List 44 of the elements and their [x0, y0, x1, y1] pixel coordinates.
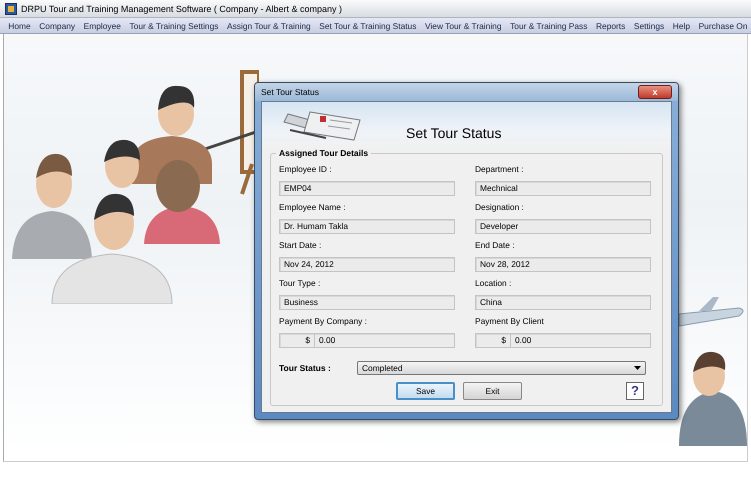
app-icon — [5, 2, 17, 14]
menu-item[interactable]: Settings — [630, 20, 668, 30]
menu-item[interactable]: Employee — [79, 20, 126, 30]
field-label: End Date : — [475, 240, 516, 251]
input-field[interactable]: $ 0.00 — [279, 333, 455, 348]
menu-item[interactable]: Set Tour & Training Status — [314, 20, 421, 30]
caret-icon — [634, 366, 641, 370]
input-field[interactable]: Dr. Humam Takla — [279, 219, 455, 234]
menu-item[interactable]: Reports — [592, 20, 630, 30]
field-label: Location : — [475, 278, 512, 289]
field-label: Payment By Company : — [279, 316, 368, 327]
dialog-heading: Set Tour Status — [406, 125, 502, 141]
window-title: DRPU Tour and Training Management Software ( Company - Albert & company ) — [21, 4, 342, 14]
help-button[interactable]: ? — [626, 382, 644, 400]
input-field[interactable]: China — [475, 295, 651, 310]
menu-item[interactable]: Company — [34, 20, 80, 30]
input-field[interactable]: $ 0.00 — [475, 333, 651, 348]
close-button[interactable]: x — [638, 85, 672, 99]
dialog-title: Set Tour Status — [261, 87, 319, 97]
input-field[interactable]: EMP04 — [279, 181, 455, 196]
tour-status-dropdown[interactable]: Completed — [357, 361, 646, 375]
menu-item[interactable]: Assign Tour & Training — [222, 20, 315, 30]
menu-item[interactable]: Tour & Training Pass — [506, 20, 592, 30]
field-label: Employee ID : — [279, 164, 333, 175]
tour-status-label: Tour Status : — [279, 363, 332, 373]
field-label: Designation : — [475, 202, 525, 213]
menu-item[interactable]: Purchase On — [694, 20, 751, 30]
field-label: Payment By Client — [475, 316, 545, 327]
input-field[interactable]: Nov 28, 2012 — [475, 257, 651, 272]
menu-item[interactable]: Home — [4, 20, 35, 30]
field-label: Tour Type : — [279, 278, 322, 289]
menu-item[interactable]: Tour & Training Settings — [125, 20, 223, 30]
field-label: Department : — [475, 164, 524, 175]
menu-item[interactable]: View Tour & Training — [420, 20, 506, 30]
input-field[interactable]: Nov 24, 2012 — [279, 257, 455, 272]
input-field[interactable]: Developer — [475, 219, 651, 234]
menu-item[interactable]: Help — [668, 20, 694, 30]
dialog-button[interactable]: Save — [396, 382, 455, 400]
group-title: Assigned Tour Details — [276, 148, 372, 158]
field-label: Start Date : — [279, 240, 322, 251]
input-field[interactable]: Mechnical — [475, 181, 651, 196]
field-label: Employee Name : — [279, 202, 347, 213]
dialog-button[interactable]: Exit — [463, 382, 522, 400]
input-field[interactable]: Business — [279, 295, 455, 310]
